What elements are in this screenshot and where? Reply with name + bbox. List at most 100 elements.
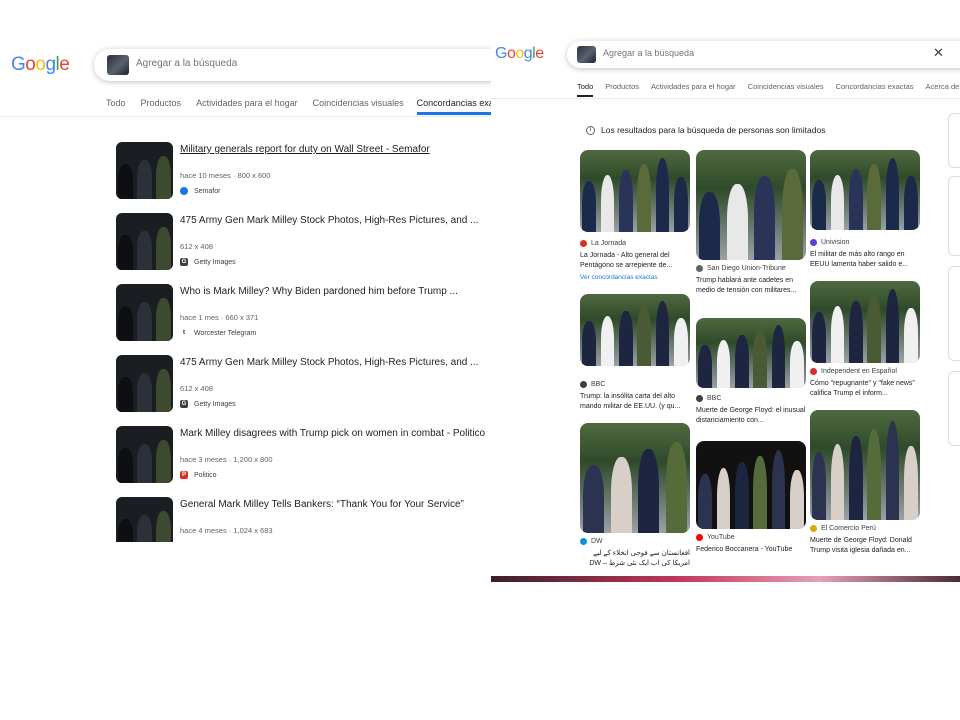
result-thumbnail[interactable] — [116, 284, 173, 341]
photo-figure — [830, 306, 845, 363]
side-panel-edge[interactable] — [948, 266, 960, 361]
result-title[interactable]: Mark Milley disagrees with Trump pick on… — [180, 428, 485, 439]
result-item[interactable]: General Mark Milley Tells Bankers: “Than… — [116, 497, 486, 542]
photo-figure — [156, 155, 171, 199]
card-source[interactable]: San Diego Union-Tribune — [696, 265, 786, 272]
tab-acerca-de[interactable]: Acerca de e — [926, 82, 960, 97]
photo-figure — [673, 177, 688, 232]
search-bar[interactable]: ✕ — [567, 41, 960, 68]
tab-actividades[interactable]: Actividades para el hogar — [196, 98, 298, 115]
card-title[interactable]: Trump hablará ante cadetes en medio de t… — [696, 276, 806, 297]
close-icon[interactable]: ✕ — [933, 45, 944, 61]
tab-coincidencias-visuales[interactable]: Coincidencias visuales — [748, 82, 824, 97]
source-name: Univision — [821, 239, 850, 246]
google-logo[interactable]: Google — [11, 54, 70, 76]
card-source[interactable]: BBC — [580, 381, 605, 388]
source-name: YouTube — [707, 534, 735, 541]
card-source[interactable]: Univision — [810, 239, 849, 246]
photo-figure — [699, 191, 721, 260]
photo-figure — [137, 230, 152, 270]
search-input[interactable] — [136, 58, 436, 69]
exact-matches-link[interactable]: Ver concordancias exactas — [580, 274, 658, 281]
tab-concordancias-exactas[interactable]: Concordancias exacta — [416, 98, 491, 115]
card-title[interactable]: افغانستان سے فوجی انخلاء کے لیے امریکا ک… — [580, 549, 690, 570]
result-thumbnail[interactable] — [116, 426, 173, 483]
result-thumbnail[interactable] — [116, 142, 173, 199]
result-image[interactable] — [580, 423, 690, 533]
source-name: La Jornada — [591, 240, 627, 247]
search-bar[interactable] — [94, 49, 491, 81]
result-item[interactable]: Mark Milley disagrees with Trump pick on… — [116, 426, 486, 486]
result-image[interactable] — [580, 294, 690, 366]
tab-concordancias-exactas[interactable]: Concordancias exactas — [836, 82, 914, 97]
photo-figure — [655, 301, 670, 366]
tab-coincidencias-visuales[interactable]: Coincidencias visuales — [313, 98, 404, 115]
result-source[interactable]: P Politico — [180, 471, 217, 479]
result-source[interactable]: t Worcester Telegram — [180, 329, 256, 337]
result-item[interactable]: Military generals report for duty on Wal… — [116, 142, 486, 202]
card-source[interactable]: Independent en Español — [810, 368, 897, 375]
result-image[interactable] — [580, 150, 690, 232]
result-image[interactable] — [810, 150, 920, 230]
source-name: El Comercio Perú — [821, 525, 876, 532]
card-source[interactable]: YouTube — [696, 534, 735, 541]
photo-figure — [830, 444, 845, 520]
source-name: Getty Images — [194, 400, 236, 408]
tab-productos[interactable]: Productos — [605, 82, 639, 97]
card-title[interactable]: Cómo "repugnante" y "fake news" califica… — [810, 379, 920, 400]
photo-figure — [789, 470, 804, 529]
side-panel-edge[interactable] — [948, 113, 960, 168]
result-image[interactable] — [810, 410, 920, 520]
photo-figure — [118, 376, 133, 412]
result-title[interactable]: General Mark Milley Tells Bankers: “Than… — [180, 499, 464, 510]
tab-todo[interactable]: Todo — [106, 98, 126, 115]
photo-figure — [118, 163, 133, 199]
result-image[interactable] — [696, 318, 806, 388]
search-image-thumbnail[interactable] — [577, 46, 596, 63]
card-source[interactable]: El Comercio Perú — [810, 525, 876, 532]
result-thumbnail[interactable] — [116, 497, 173, 542]
tab-todo[interactable]: Todo — [577, 82, 594, 97]
tab-productos[interactable]: Productos — [141, 98, 182, 115]
photo-figure — [156, 510, 171, 542]
card-source[interactable]: DW — [580, 538, 603, 545]
card-title[interactable]: Trump: la insólita carta del alto mando … — [580, 392, 690, 413]
google-logo[interactable]: Google — [495, 45, 544, 63]
photo-figure — [903, 446, 918, 520]
result-title[interactable]: 475 Army Gen Mark Milley Stock Photos, H… — [180, 215, 478, 226]
search-image-thumbnail[interactable] — [107, 55, 129, 75]
card-title[interactable]: Muerte de George Floyd: el inusual dista… — [696, 406, 806, 427]
result-source[interactable]: G Getty Images — [180, 400, 236, 408]
photo-figure — [754, 176, 776, 260]
result-title[interactable]: Military generals report for duty on Wal… — [180, 144, 430, 155]
result-thumbnail[interactable] — [116, 213, 173, 270]
result-item[interactable]: Who is Mark Milley? Why Biden pardoned h… — [116, 284, 486, 344]
card-title[interactable]: El militar de más alto rango en EEUU lam… — [810, 250, 920, 271]
card-source[interactable]: La Jornada — [580, 240, 626, 247]
card-title[interactable]: Muerte de George Floyd: Donald Trump vis… — [810, 536, 920, 557]
search-input[interactable] — [603, 48, 853, 58]
source-favicon-icon: G — [180, 258, 188, 266]
tab-actividades[interactable]: Actividades para el hogar — [651, 82, 736, 97]
side-panel-edge[interactable] — [948, 371, 960, 446]
card-title[interactable]: Federico Boccanera - YouTube — [696, 545, 806, 566]
photo-figure — [118, 234, 133, 270]
card-title[interactable]: La Jornada - Alto general del Pentágono … — [580, 251, 690, 272]
result-title[interactable]: 475 Army Gen Mark Milley Stock Photos, H… — [180, 357, 478, 368]
photo-figure — [698, 344, 713, 388]
result-image[interactable] — [696, 441, 806, 529]
side-panel-edge[interactable] — [948, 176, 960, 256]
result-image[interactable] — [696, 150, 806, 260]
result-source[interactable]: G Getty Images — [180, 258, 236, 266]
source-name: BBC — [591, 381, 606, 388]
result-source[interactable]: Semafor — [180, 187, 220, 195]
result-item[interactable]: 475 Army Gen Mark Milley Stock Photos, H… — [116, 355, 486, 415]
result-thumbnail[interactable] — [116, 355, 173, 412]
photo-figure — [698, 474, 713, 529]
result-image[interactable] — [810, 281, 920, 363]
source-name: Politico — [194, 471, 217, 479]
result-item[interactable]: 475 Army Gen Mark Milley Stock Photos, H… — [116, 213, 486, 273]
photo-figure — [830, 174, 845, 230]
result-title[interactable]: Who is Mark Milley? Why Biden pardoned h… — [180, 286, 458, 297]
card-source[interactable]: BBC — [696, 395, 721, 402]
